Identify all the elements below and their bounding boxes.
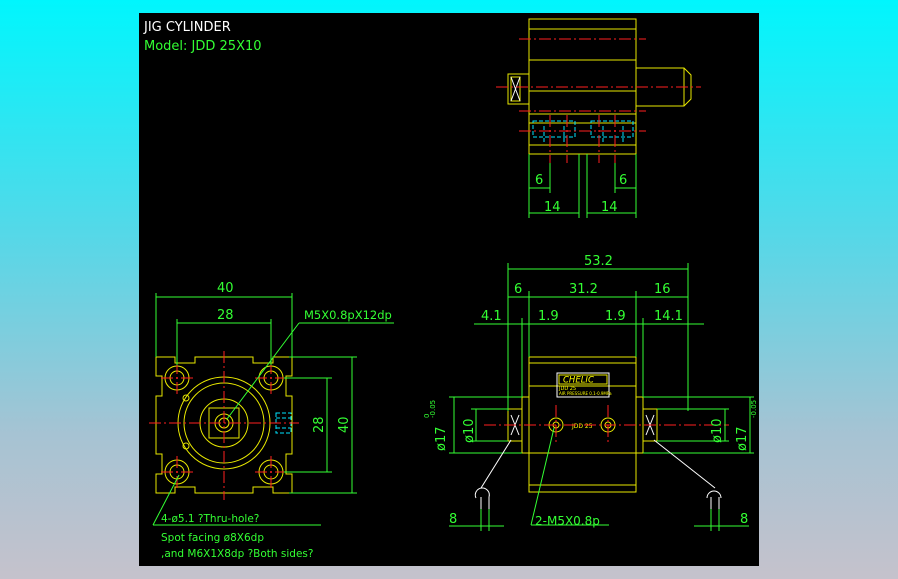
pin-hook-left [474, 487, 490, 499]
side-dim-1-9-right: 1.9 [605, 309, 626, 324]
top-view-lower-block [528, 113, 637, 155]
brand-label-line2: AIR PRESSURE 0.1-0.9MPa [559, 391, 612, 396]
cad-drawing-canvas: JIG CYLINDER Model: JDD 25X10 6 6 14 14 … [139, 13, 759, 566]
side-dim-53-2: 53.2 [584, 254, 613, 269]
top-dim-14-left: 14 [544, 200, 561, 215]
front-dim-28: 28 [217, 308, 234, 323]
side-dim-6: 6 [514, 282, 522, 297]
side-dia-17-right: ø17 [735, 427, 750, 452]
front-dim-40: 40 [217, 281, 234, 296]
hole-note-1: 4-ø5.1 ?Thru-hole? [161, 513, 259, 525]
side-tol-left-top: 0 [423, 414, 431, 418]
front-view: 40 28 28 40 M5X0.8pX12dp 4-ø5.1 ?Thru-ho… [149, 281, 394, 560]
top-view-body [528, 18, 637, 115]
hole-note-2: Spot facing ø8X6dp [161, 532, 264, 544]
side-dim-1-9-left: 1.9 [538, 309, 559, 324]
front-dim-40-vertical: 40 [337, 416, 352, 433]
side-dim-8-left: 8 [449, 512, 457, 527]
port-callout: 2-M5X0.8p [535, 514, 600, 528]
top-dim-14-right: 14 [601, 200, 618, 215]
model-label: Model: JDD 25X10 [144, 39, 262, 54]
side-dim-16: 16 [654, 282, 671, 297]
side-dia-17-left: ø17 [434, 427, 449, 452]
side-tol-right: -0.05 [750, 400, 758, 418]
side-dia-10-left: ø10 [462, 419, 477, 444]
side-dia-10-right: ø10 [710, 419, 725, 444]
side-dim-8-right: 8 [740, 512, 748, 527]
front-dim-28-vertical: 28 [312, 416, 327, 433]
side-dim-31-2: 31.2 [569, 282, 598, 297]
side-view: CHELIC JDD 25 AIR PRESSURE 0.1-0.9MPa JD… [423, 254, 758, 531]
side-dim-4-1: 4.1 [481, 309, 502, 324]
pin-hook-right [706, 490, 722, 499]
body-mark: JDD 25 [571, 423, 593, 430]
top-dim-6-left: 6 [535, 173, 543, 188]
cad-drawing: JIG CYLINDER Model: JDD 25X10 6 6 14 14 … [143, 18, 758, 560]
hole-note-3: ,and M6X1X8dp ?Both sides? [161, 548, 313, 560]
top-dim-6-right: 6 [619, 173, 627, 188]
top-view: 6 6 14 14 [496, 18, 701, 218]
drawing-title: JIG CYLINDER [143, 20, 231, 35]
thread-callout: M5X0.8pX12dp [304, 308, 392, 322]
side-dim-14-1: 14.1 [654, 309, 683, 324]
brand-name: CHELIC [563, 376, 594, 386]
